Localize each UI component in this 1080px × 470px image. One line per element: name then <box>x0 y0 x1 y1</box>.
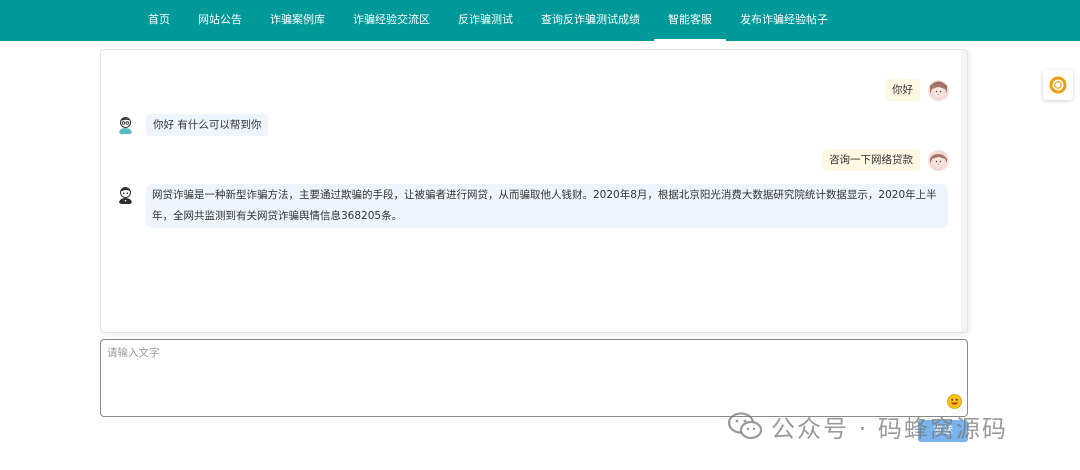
top-navigation-bar: 首页 网站公告 诈骗案例库 诈骗经验交流区 反诈骗测试 查询反诈骗测试成绩 智能… <box>0 0 1080 41</box>
nav-item-home[interactable]: 首页 <box>134 0 184 41</box>
emoji-icon[interactable] <box>947 394 962 409</box>
nav-item-fraud-experience-forum[interactable]: 诈骗经验交流区 <box>339 0 444 41</box>
bot-message-bubble: 网贷诈骗是一种新型诈骗方法，主要通过欺骗的手段，让被骗者进行网贷，从而骗取他人钱… <box>146 184 948 228</box>
user-avatar-icon <box>928 149 949 171</box>
chat-message-bot: 你好 有什么可以帮到你 <box>115 114 269 136</box>
nav-item-anti-fraud-test[interactable]: 反诈骗测试 <box>444 0 527 41</box>
assistant-logo-icon <box>1049 76 1067 94</box>
nav-menu: 首页 网站公告 诈骗案例库 诈骗经验交流区 反诈骗测试 查询反诈骗测试成绩 智能… <box>134 0 842 41</box>
bot-avatar-icon <box>115 114 136 135</box>
nav-item-announcements[interactable]: 网站公告 <box>184 0 256 41</box>
message-input-box <box>100 339 968 417</box>
user-message-bubble: 你好 <box>885 79 920 101</box>
message-input[interactable] <box>101 340 967 416</box>
nav-item-test-score-query[interactable]: 查询反诈骗测试成绩 <box>527 0 654 41</box>
floating-assistant-button[interactable] <box>1043 70 1073 100</box>
nav-item-post-fraud-experience[interactable]: 发布诈骗经验帖子 <box>726 0 842 41</box>
chat-scrollbar[interactable] <box>961 50 967 332</box>
bot-avatar-icon <box>115 184 136 205</box>
bot-message-bubble: 你好 有什么可以帮到你 <box>146 114 269 136</box>
nav-item-fraud-case-library[interactable]: 诈骗案例库 <box>256 0 339 41</box>
nav-item-smart-customer-service[interactable]: 智能客服 <box>654 0 726 41</box>
user-message-bubble: 咨询一下网络贷款 <box>822 149 920 171</box>
chat-history-panel[interactable]: 你好 你好 有什么可以帮到你 咨询一下网络贷款 网贷诈骗是一种新型诈骗方法，主要… <box>100 49 968 333</box>
user-avatar-icon <box>928 79 949 101</box>
chat-message-user: 咨询一下网络贷款 <box>822 149 949 171</box>
send-button[interactable]: 发送 <box>918 420 968 442</box>
chat-message-bot: 网贷诈骗是一种新型诈骗方法，主要通过欺骗的手段，让被骗者进行网贷，从而骗取他人钱… <box>115 184 948 228</box>
chat-message-user: 你好 <box>885 79 949 101</box>
